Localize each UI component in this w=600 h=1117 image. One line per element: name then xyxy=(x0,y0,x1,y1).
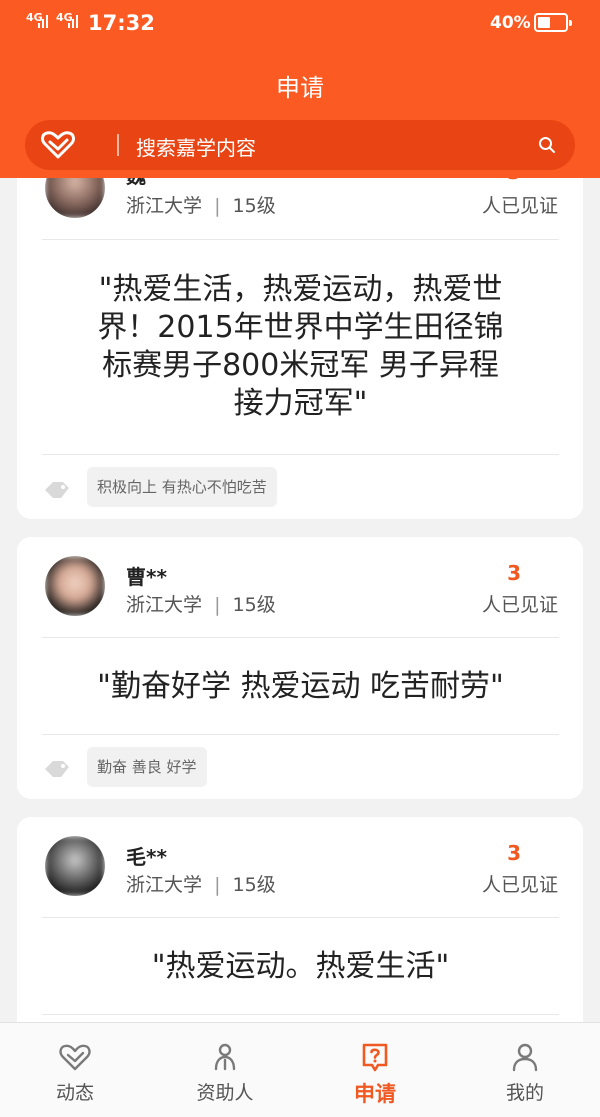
nav-label: 我的 xyxy=(505,1082,544,1104)
divider xyxy=(42,637,559,638)
tag-icon xyxy=(45,482,69,498)
witness-label: 人已见证 xyxy=(481,195,558,217)
divider xyxy=(42,734,559,735)
quote-text: "勤奋好学 热爱运动 吃苦耐劳" xyxy=(42,668,559,706)
witness-label: 人已见证 xyxy=(481,594,558,616)
witness-label: 人已见证 xyxy=(481,874,558,896)
search-input[interactable]: 搜索嘉学内容 xyxy=(136,132,256,161)
user-meta: 浙江大学 | 15级 xyxy=(126,195,276,217)
heart-icon xyxy=(59,1044,91,1071)
avatar[interactable] xyxy=(45,556,105,616)
quote-line: 接力冠军" xyxy=(233,386,368,421)
nav-label: 资助人 xyxy=(196,1082,254,1104)
status-time: 17:32 xyxy=(88,11,155,35)
bottom-nav: 动态 资助人 申请 我的 xyxy=(0,1022,600,1117)
tag-chip[interactable]: 积极向上 有热心不怕吃苦 xyxy=(87,467,277,507)
user-meta: 浙江大学 | 15级 xyxy=(126,594,276,616)
divider xyxy=(42,917,559,918)
nav-label: 动态 xyxy=(55,1082,94,1104)
battery-icon xyxy=(534,13,572,32)
divider xyxy=(42,1014,559,1015)
grade: 15级 xyxy=(232,874,276,896)
signal-bars-icon xyxy=(38,14,48,28)
signal-indicator: 4G xyxy=(26,12,48,28)
school-name: 浙江大学 xyxy=(126,195,203,217)
quote-line: "热爱运动。热爱生活" xyxy=(151,949,450,984)
quote-line: "热爱生活，热爱运动，热爱世 xyxy=(98,272,503,307)
quote-text: "热爱运动。热爱生活" xyxy=(42,948,559,986)
search-bar[interactable]: 搜索嘉学内容 xyxy=(25,120,575,170)
nav-label: 申请 xyxy=(354,1082,396,1106)
quote-text: "热爱生活，热爱运动，热爱世 界！2015年世界中学生田径锦 标赛男子800米冠… xyxy=(42,271,559,423)
nav-item-wode[interactable]: 我的 xyxy=(450,1023,600,1117)
signal-indicator: 4G xyxy=(56,12,78,28)
nav-item-zizhuren[interactable]: 资助人 xyxy=(150,1023,300,1117)
witness-count: 3 xyxy=(507,561,521,585)
page-title: 申请 xyxy=(276,74,324,102)
nav-item-dongtai[interactable]: 动态 xyxy=(0,1023,150,1117)
user-name[interactable]: 曹** xyxy=(126,561,167,590)
avatar[interactable] xyxy=(45,836,105,896)
divider xyxy=(42,239,559,240)
heart-logo-icon[interactable] xyxy=(41,130,75,160)
grade: 15级 xyxy=(232,594,276,616)
tag-chip[interactable]: 勤奋 善良 好学 xyxy=(87,747,207,787)
people-icon xyxy=(214,1043,236,1071)
card-item[interactable]: 魏** 浙江大学 | 15级 3 人已见证 "热爱生活，热爱运动，热爱世 界！2… xyxy=(17,136,583,519)
search-icon[interactable] xyxy=(537,135,557,155)
user-name[interactable]: 毛** xyxy=(126,841,167,870)
tag-icon xyxy=(45,761,69,777)
nav-item-shenqing[interactable]: 申请 xyxy=(300,1023,450,1117)
witness-count: 3 xyxy=(507,841,521,865)
divider xyxy=(42,454,559,455)
school-name: 浙江大学 xyxy=(126,874,203,896)
person-icon xyxy=(512,1043,538,1072)
card-item[interactable]: 曹** 浙江大学 | 15级 3 人已见证 "勤奋好学 热爱运动 吃苦耐劳" 勤… xyxy=(17,537,583,799)
battery-percent: 40% xyxy=(490,13,531,33)
user-meta: 浙江大学 | 15级 xyxy=(126,874,276,896)
quote-line: "勤奋好学 热爱运动 吃苦耐劳" xyxy=(97,669,504,704)
apply-icon xyxy=(362,1043,388,1072)
quote-line: 标赛男子800米冠军 男子异程 xyxy=(102,348,499,383)
quote-line: 界！2015年世界中学生田径锦 xyxy=(97,310,504,345)
grade: 15级 xyxy=(232,195,276,217)
status-bar: 4G 4G 17:32 40% xyxy=(0,0,600,48)
search-divider xyxy=(117,134,119,156)
school-name: 浙江大学 xyxy=(126,594,203,616)
signal-bars-icon xyxy=(68,14,78,28)
app-header: 4G 4G 17:32 40% 申请 搜索嘉学内容 xyxy=(0,0,600,178)
